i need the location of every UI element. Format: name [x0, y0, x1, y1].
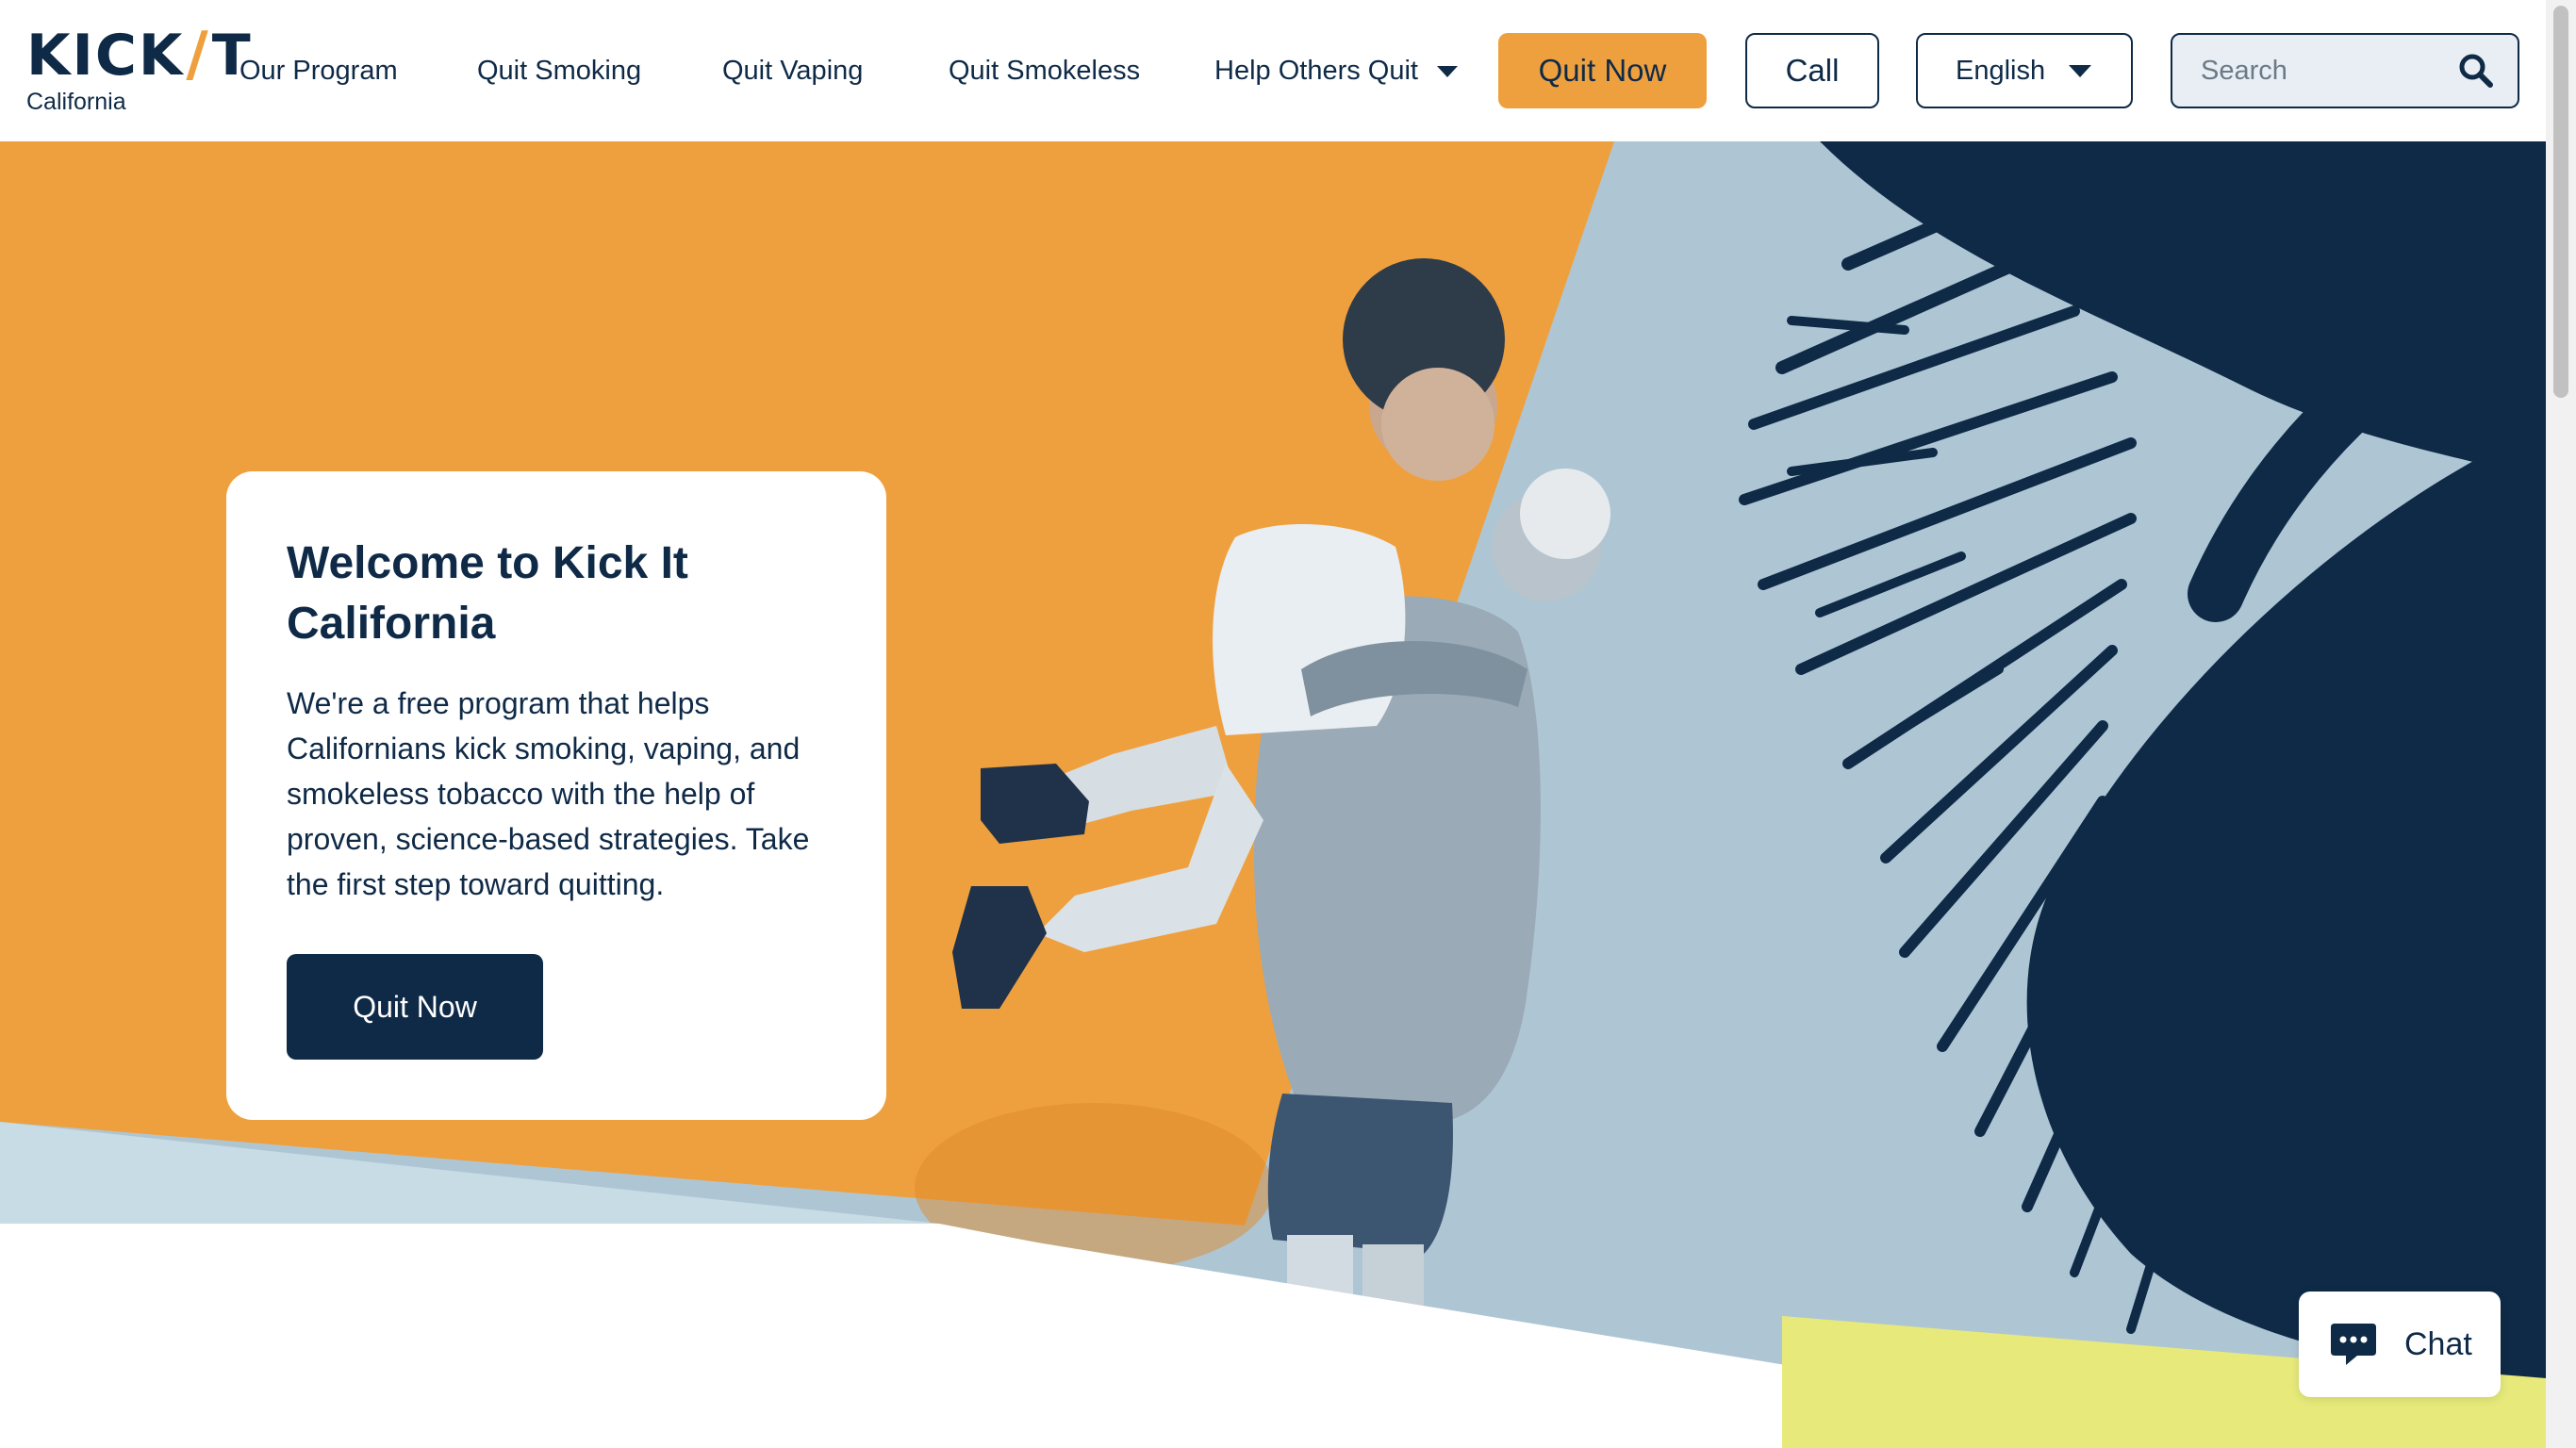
site-header: KICK/T California Our Program Quit Smoki…: [0, 0, 2576, 141]
search-box: [2171, 33, 2519, 108]
nav-quit-vaping[interactable]: Quit Vaping: [722, 54, 863, 88]
hero-section: Welcome to Kick It California We're a fr…: [0, 141, 2546, 1448]
call-button[interactable]: Call: [1745, 33, 1879, 108]
logo-wordmark: KICK/T: [26, 25, 253, 85]
welcome-description: We're a free program that helps Californ…: [287, 686, 810, 901]
chat-widget-button[interactable]: Chat: [2299, 1292, 2501, 1397]
nav-quit-smoking[interactable]: Quit Smoking: [477, 54, 641, 88]
chat-label: Chat: [2404, 1326, 2472, 1362]
quit-now-hero-button[interactable]: Quit Now: [287, 954, 543, 1060]
logo-region: California: [26, 89, 126, 115]
quit-now-header-button[interactable]: Quit Now: [1498, 33, 1707, 108]
chevron-down-icon: [2069, 65, 2091, 77]
search-icon[interactable]: [2457, 52, 2495, 90]
logo-slash: /: [186, 20, 210, 90]
language-select[interactable]: English: [1916, 33, 2133, 108]
chevron-down-icon: [1436, 66, 1458, 78]
logo-brand-left: KICK: [26, 23, 185, 89]
chat-bubble-icon: [2331, 1324, 2376, 1365]
kick-it-california-logo[interactable]: KICK/T California: [26, 25, 251, 119]
language-selected-value: English: [1956, 56, 2046, 86]
scrollbar-thumb[interactable]: [2553, 6, 2568, 398]
nav-our-program[interactable]: Our Program: [239, 54, 398, 88]
nav-quit-smokeless[interactable]: Quit Smokeless: [949, 54, 1140, 88]
nav-help-others-quit-label: Help Others Quit: [1214, 56, 1418, 86]
welcome-title: Welcome to Kick It California: [287, 538, 688, 649]
search-input[interactable]: [2201, 52, 2446, 90]
nav-help-others-quit[interactable]: Help Others Quit: [1214, 54, 1458, 88]
welcome-card: Welcome to Kick It California We're a fr…: [226, 471, 886, 1120]
